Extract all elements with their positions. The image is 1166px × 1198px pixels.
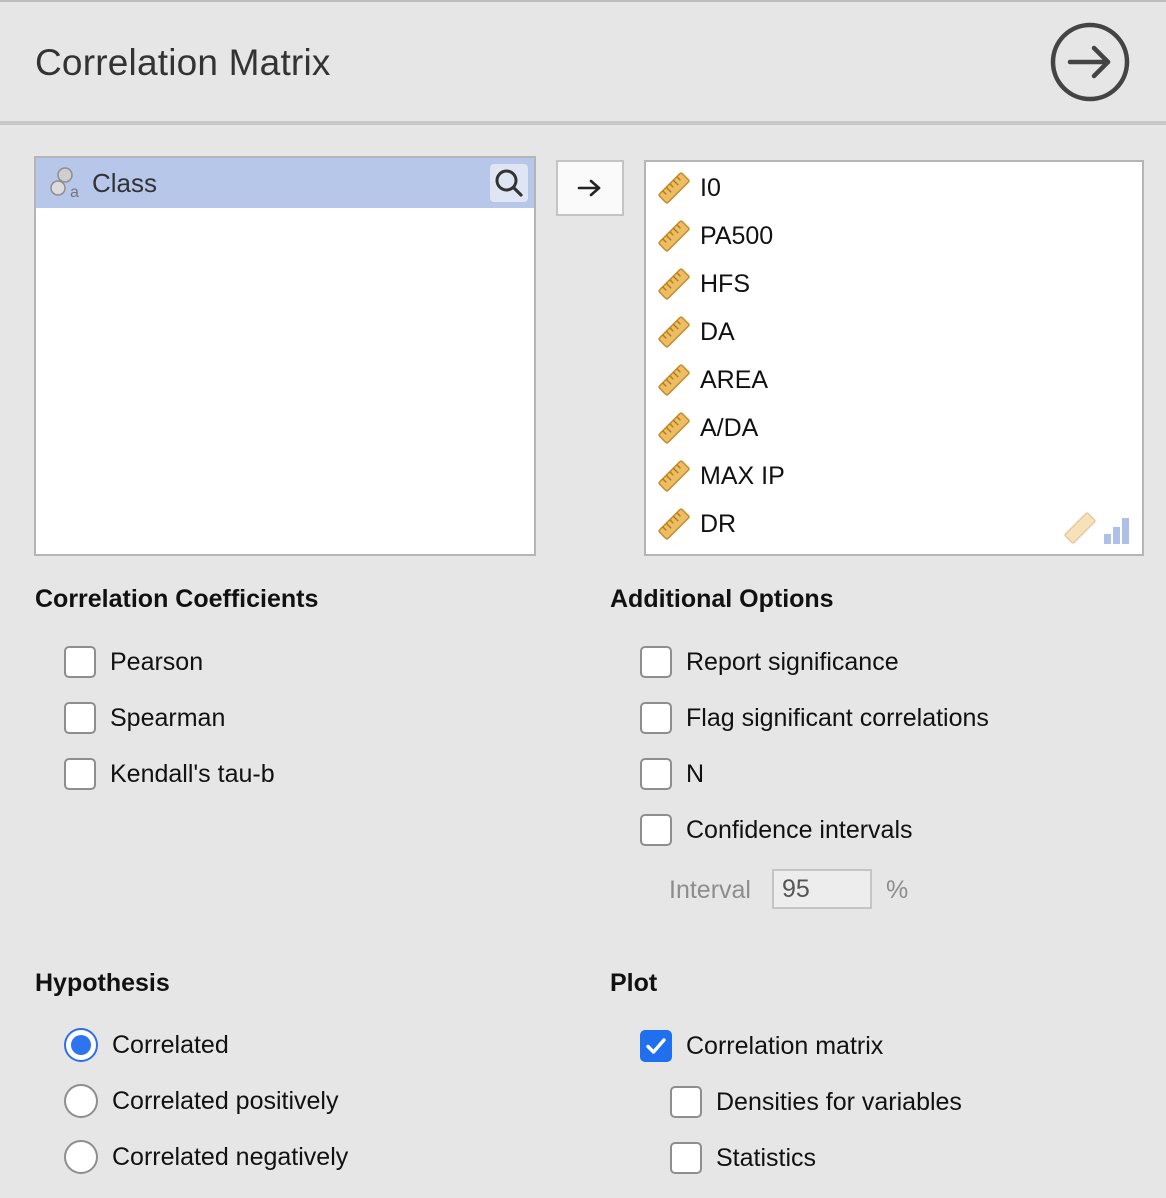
checkbox-correlation-matrix[interactable]: Correlation matrix xyxy=(640,1026,883,1066)
checkbox-label: Kendall's tau-b xyxy=(110,759,275,788)
list-item-label: A/DA xyxy=(700,413,759,442)
section-title-plot: Plot xyxy=(610,969,658,997)
allowed-types-icon xyxy=(1064,512,1129,544)
interval-label: Interval xyxy=(669,876,751,904)
header-divider xyxy=(0,121,1166,125)
radio-label: Correlated xyxy=(112,1030,229,1059)
checkbox-confidence-intervals[interactable]: Confidence intervals xyxy=(640,810,913,850)
radio-label: Correlated negatively xyxy=(112,1142,349,1171)
checkbox-label: Statistics xyxy=(716,1143,817,1172)
radio-button[interactable] xyxy=(64,1028,98,1062)
checkbox-box[interactable] xyxy=(670,1086,702,1118)
list-item-label: HFS xyxy=(700,269,750,298)
run-arrow-icon[interactable] xyxy=(1050,22,1130,102)
ruler-icon xyxy=(658,460,690,492)
radio-button[interactable] xyxy=(64,1084,98,1118)
checkbox-n[interactable]: N xyxy=(640,754,704,794)
checkbox-box[interactable] xyxy=(640,1030,672,1062)
list-item-variable[interactable]: DA xyxy=(656,312,735,352)
checkbox-box[interactable] xyxy=(640,758,672,790)
checkmark-icon xyxy=(646,1038,666,1054)
ruler-icon xyxy=(658,364,690,396)
checkbox-label: Densities for variables xyxy=(716,1087,962,1116)
checkbox-densities[interactable]: Densities for variables xyxy=(670,1082,962,1122)
selected-variables-list[interactable]: I0 PA500 HFS DA AREA A/DA MAX IP DR xyxy=(644,160,1144,556)
arrow-right-icon xyxy=(577,179,601,197)
section-title-coefficients: Correlation Coefficients xyxy=(35,585,319,613)
checkbox-spearman[interactable]: Spearman xyxy=(64,698,225,738)
ruler-icon xyxy=(658,268,690,300)
svg-text:a: a xyxy=(70,184,79,200)
list-item-variable[interactable]: I0 xyxy=(656,168,721,208)
list-item-label: PA500 xyxy=(700,221,774,250)
move-variables-button[interactable] xyxy=(556,160,624,216)
checkbox-box[interactable] xyxy=(640,702,672,734)
ruler-icon xyxy=(658,220,690,252)
list-item-label: DR xyxy=(700,509,737,538)
list-item-variable[interactable]: AREA xyxy=(656,360,768,400)
available-variables-list[interactable]: a Class xyxy=(34,156,536,556)
ruler-icon xyxy=(658,316,690,348)
checkbox-label: N xyxy=(686,759,705,788)
checkbox-report-significance[interactable]: Report significance xyxy=(640,642,899,682)
list-item-variable[interactable]: MAX IP xyxy=(656,456,785,496)
checkbox-label: Confidence intervals xyxy=(686,815,913,844)
checkbox-label: Spearman xyxy=(110,703,226,732)
list-item-variable[interactable]: DR xyxy=(656,504,736,544)
list-item-label: MAX IP xyxy=(700,461,785,490)
radio-correlated-positively[interactable]: Correlated positively xyxy=(64,1081,339,1121)
checkbox-label: Correlation matrix xyxy=(686,1031,884,1060)
list-item-variable[interactable]: PA500 xyxy=(656,216,773,256)
checkbox-box[interactable] xyxy=(670,1142,702,1174)
ruler-icon xyxy=(658,508,690,540)
section-title-hypothesis: Hypothesis xyxy=(35,969,170,997)
radio-label: Correlated positively xyxy=(112,1086,339,1115)
top-border xyxy=(0,0,1166,2)
checkbox-label: Pearson xyxy=(110,647,204,676)
checkbox-label: Report significance xyxy=(686,647,899,676)
page-title: Correlation Matrix xyxy=(35,42,331,83)
checkbox-box[interactable] xyxy=(64,758,96,790)
radio-button[interactable] xyxy=(64,1140,98,1174)
section-title-additional: Additional Options xyxy=(610,585,834,613)
search-icon[interactable] xyxy=(490,164,528,202)
list-item-class[interactable]: a Class xyxy=(36,158,534,208)
list-item-variable[interactable]: HFS xyxy=(656,264,750,304)
radio-correlated[interactable]: Correlated xyxy=(64,1025,229,1065)
checkbox-box[interactable] xyxy=(64,646,96,678)
interval-unit: % xyxy=(886,876,909,904)
checkbox-box[interactable] xyxy=(64,702,96,734)
ruler-icon xyxy=(658,412,690,444)
radio-correlated-negatively[interactable]: Correlated negatively xyxy=(64,1137,348,1177)
checkbox-pearson[interactable]: Pearson xyxy=(64,642,203,682)
list-item-label: AREA xyxy=(700,365,769,394)
checkbox-box[interactable] xyxy=(640,814,672,846)
list-item-label: I0 xyxy=(700,173,721,202)
list-item-label: Class xyxy=(92,167,158,198)
checkbox-box[interactable] xyxy=(640,646,672,678)
checkbox-kendall[interactable]: Kendall's tau-b xyxy=(64,754,275,794)
checkbox-label: Flag significant correlations xyxy=(686,703,989,732)
list-item-label: DA xyxy=(700,317,735,346)
checkbox-statistics[interactable]: Statistics xyxy=(670,1138,816,1178)
ruler-icon xyxy=(658,172,690,204)
nominal-icon: a xyxy=(50,167,79,200)
checkbox-flag-significant[interactable]: Flag significant correlations xyxy=(640,698,989,738)
interval-input[interactable] xyxy=(772,869,872,909)
list-item-variable[interactable]: A/DA xyxy=(656,408,758,448)
